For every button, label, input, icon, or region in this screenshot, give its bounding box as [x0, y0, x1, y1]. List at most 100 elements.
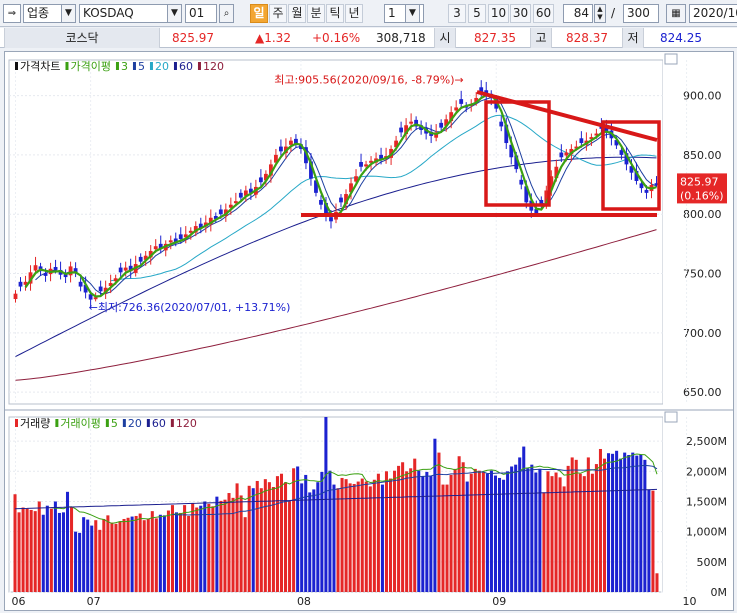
volume-bar [308, 492, 312, 592]
volume-bar [324, 417, 328, 592]
period-button-4[interactable]: 틱 [326, 4, 344, 23]
volume-bar [57, 512, 61, 592]
volume-bar [506, 471, 510, 592]
volume-bar [635, 455, 639, 592]
chart-svg[interactable]: 900.00 850.00 800.00 750.00 700.00 650.00 2,50… [5, 52, 733, 610]
interval-button-30[interactable]: 30 [510, 4, 531, 23]
volume-tick-label: 1,000M [686, 526, 727, 539]
period-button-5[interactable]: 년 [345, 4, 363, 23]
volume-bar [615, 450, 619, 592]
volume-bar [316, 482, 320, 592]
volume-bar [429, 475, 433, 592]
volume-bar [21, 507, 25, 592]
volume-bar [45, 505, 49, 592]
volume-bar [449, 474, 453, 592]
volume-bar [41, 514, 45, 592]
candle-body [98, 286, 103, 292]
volume-bar [473, 468, 477, 592]
count-input[interactable]: 84 [563, 4, 593, 23]
volume-bar [514, 464, 518, 592]
price-legend-item: 60 [179, 60, 193, 73]
volume-bar [86, 519, 90, 592]
volume-bar [465, 481, 469, 592]
low-value: 824.25 [660, 31, 702, 45]
candle-body [519, 179, 524, 185]
price-panel [8, 59, 664, 405]
subcode-input[interactable]: 01 [185, 4, 217, 23]
code-input[interactable]: KOSDAQ [79, 4, 169, 23]
volume-bar [328, 470, 332, 592]
menu-arrow-icon[interactable]: ⇒ [3, 4, 21, 23]
volume-bar [118, 521, 122, 592]
current-price-tag-change: (0.16%) [680, 189, 724, 202]
volume-legend-swatch [146, 419, 150, 427]
chart-area[interactable]: 900.00 850.00 800.00 750.00 700.00 650.00 2,50… [4, 51, 734, 611]
interval-button-5[interactable]: 5 [468, 4, 486, 23]
volume-bar [493, 475, 497, 592]
price-tick-label: 850.00 [683, 149, 722, 162]
volume-bar [445, 484, 449, 592]
period-button-0[interactable]: 일 [250, 4, 268, 23]
volume-bar [49, 508, 53, 592]
price-tick-label: 800.00 [683, 208, 722, 221]
calendar-icon[interactable]: ▦ [666, 4, 686, 23]
volume-bar [360, 478, 364, 592]
price-legend-swatch [173, 62, 177, 70]
candle-body [123, 267, 128, 271]
market-select[interactable]: 업종 [23, 4, 63, 23]
volume-bar [227, 493, 231, 592]
volume-tick-label: 0M [711, 586, 728, 599]
period-button-1[interactable]: 주 [269, 4, 287, 23]
candle-body [499, 121, 504, 127]
market-dropdown-icon[interactable]: ▼ [61, 4, 76, 23]
volume-bar [114, 523, 118, 592]
volume-bar [98, 529, 102, 592]
date-input[interactable]: 2020/10/ [689, 4, 737, 23]
interval-button-3[interactable]: 3 [448, 4, 466, 23]
volume-bar [191, 503, 195, 592]
x-tick-label: 09 [492, 595, 506, 608]
price-legend-swatch [15, 62, 18, 70]
volume-bar [82, 517, 86, 592]
volume-bar [388, 478, 393, 592]
volume-bar [175, 512, 179, 592]
search-icon[interactable]: ⌕ [219, 4, 234, 23]
count-stepper-icon[interactable]: ▲ ▼ [594, 4, 606, 23]
interval-button-60[interactable]: 60 [533, 4, 554, 23]
price-legend-item: 5 [138, 60, 145, 73]
volume-bar [619, 458, 623, 592]
volume-bar [530, 464, 534, 592]
volume-bar [570, 457, 574, 592]
price-legend-item: 가격이평 [70, 60, 110, 73]
candle-body [644, 189, 649, 193]
volume-bar [477, 470, 481, 592]
volume-bar [538, 468, 542, 592]
candle-body [279, 146, 283, 152]
code-dropdown-icon[interactable]: ▼ [167, 4, 182, 23]
volume-bar [162, 515, 166, 592]
volume-bar [251, 488, 255, 592]
candle-body [238, 192, 243, 198]
volume-tick-label: 1,500M [686, 495, 727, 508]
volume-bar [602, 458, 607, 592]
volume-legend-item: 거래이평 [60, 417, 100, 430]
period-button-3[interactable]: 분 [307, 4, 325, 23]
volume-bar [332, 484, 336, 592]
candle-body [18, 281, 23, 287]
open-label: 시 [434, 28, 456, 48]
interval-button-10[interactable]: 10 [488, 4, 509, 23]
candle-body [13, 293, 18, 300]
volume-bar [348, 483, 352, 592]
volume-bar [643, 459, 647, 592]
high-value: 828.37 [566, 31, 608, 45]
count-total-input[interactable]: 300 [623, 4, 659, 23]
volume-bar [158, 514, 162, 592]
price-tick-label: 900.00 [683, 90, 722, 103]
volume-bar [154, 518, 158, 592]
period-button-2[interactable]: 월 [288, 4, 306, 23]
volume-bar [271, 487, 275, 592]
volume-bar [74, 531, 78, 592]
unit-dropdown-icon[interactable]: ▼ [405, 4, 420, 23]
volume-bar [146, 518, 150, 592]
volume-bar [441, 484, 445, 592]
